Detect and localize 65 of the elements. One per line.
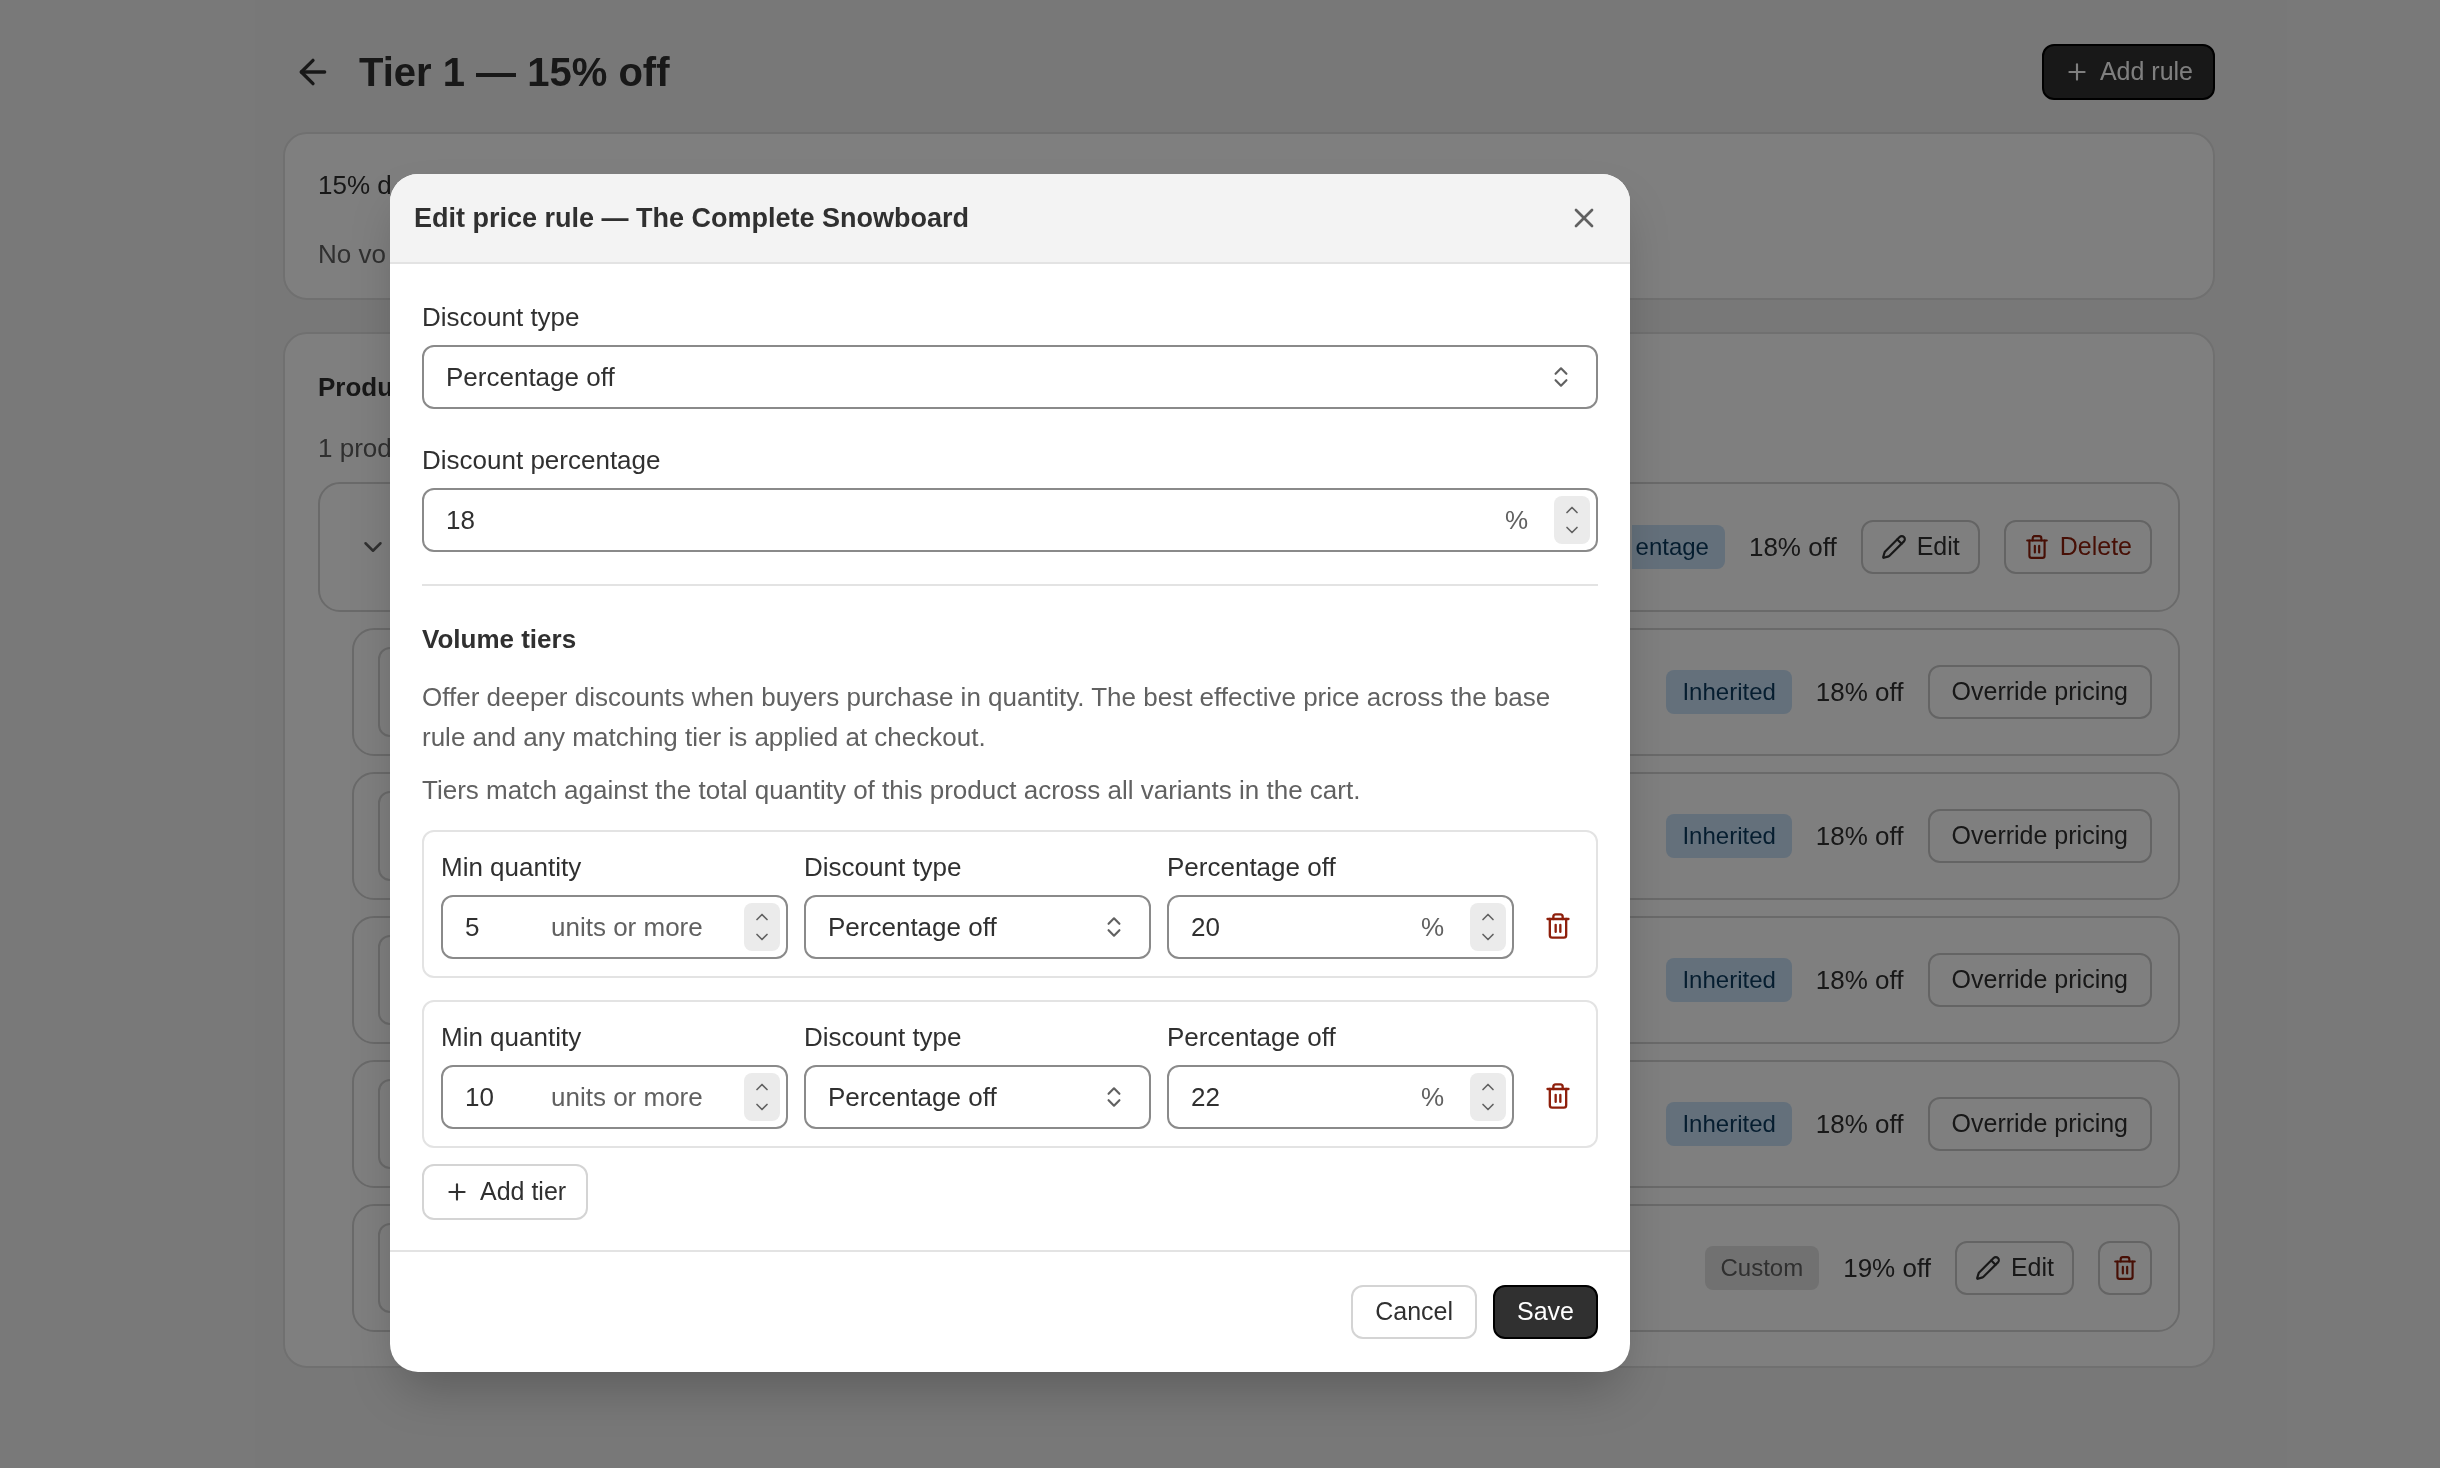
discount-text: 18% off bbox=[1815, 819, 1904, 853]
page-title: Tier 1 — 15% off bbox=[359, 49, 670, 96]
delete-button[interactable] bbox=[2098, 1241, 2152, 1295]
products-title: Produ bbox=[318, 371, 394, 404]
add-tier-button[interactable]: Add tier bbox=[422, 1164, 589, 1220]
min-quantity-field[interactable]: 10 units or more bbox=[441, 1065, 788, 1129]
stepper-control[interactable] bbox=[1554, 496, 1590, 544]
field-label: Min quantity bbox=[441, 1021, 583, 1054]
discount-text: 18% off bbox=[1815, 963, 1904, 997]
field-label: Percentage off bbox=[1167, 851, 1337, 884]
edit-button[interactable]: Edit bbox=[1860, 520, 1980, 574]
save-button[interactable]: Save bbox=[1493, 1285, 1598, 1339]
trash-icon bbox=[1544, 912, 1572, 940]
percentage-field[interactable]: 22 % bbox=[1167, 1065, 1514, 1129]
percent-suffix: % bbox=[1504, 503, 1528, 537]
override-button[interactable]: Override pricing bbox=[1927, 953, 2152, 1007]
percentage-field[interactable]: 20 % bbox=[1167, 895, 1514, 959]
stepper-control[interactable] bbox=[744, 1073, 780, 1121]
status-badge: Inherited bbox=[1666, 958, 1792, 1002]
override-button[interactable]: Override pricing bbox=[1927, 1097, 2152, 1151]
stepper-control[interactable] bbox=[744, 903, 780, 951]
summary-note: No vo bbox=[318, 238, 386, 271]
min-quantity-field[interactable]: 5 units or more bbox=[441, 895, 788, 959]
products-count: 1 prod bbox=[318, 432, 392, 465]
status-badge: Custom bbox=[1704, 1246, 1820, 1290]
type-badge: entage bbox=[1631, 525, 1725, 569]
section-note: Tiers match against the total quantity of this product across all variants in the cart. bbox=[422, 774, 1362, 807]
summary-text: 15% d bbox=[318, 169, 392, 202]
pencil-icon bbox=[1880, 534, 1907, 560]
trash-icon bbox=[2023, 534, 2050, 560]
stepper-control[interactable] bbox=[1470, 1073, 1506, 1121]
pencil-icon bbox=[1974, 1255, 2001, 1281]
field-label: Min quantity bbox=[441, 851, 583, 884]
status-badge: Inherited bbox=[1666, 1102, 1792, 1146]
discount-type-select[interactable]: Percentage off bbox=[422, 345, 1598, 409]
delete-button[interactable]: Delete bbox=[2003, 520, 2152, 574]
stepper-control[interactable] bbox=[1470, 903, 1506, 951]
unit-suffix: units or more bbox=[551, 1080, 704, 1114]
field-label: Discount type bbox=[804, 851, 963, 884]
discount-text: 19% off bbox=[1843, 1251, 1931, 1285]
cancel-button[interactable]: Cancel bbox=[1351, 1285, 1477, 1339]
discount-text: 18% off bbox=[1815, 1107, 1904, 1141]
field-label: Discount percentage bbox=[422, 444, 662, 477]
percent-suffix: % bbox=[1420, 910, 1444, 944]
discount-text: 18% off bbox=[1748, 530, 1837, 564]
section-description: Offer deeper discounts when buyers purchase in quantity. The best effective price across the base rule and any matching tier is applied at checkout. bbox=[422, 681, 1552, 754]
unit-suffix: units or more bbox=[551, 910, 704, 944]
override-button[interactable]: Override pricing bbox=[1927, 809, 2152, 863]
trash-icon bbox=[1544, 1082, 1572, 1110]
discount-type-select[interactable]: Percentage off bbox=[804, 1065, 1151, 1129]
discount-text: 18% off bbox=[1815, 675, 1904, 709]
discount-type-select[interactable]: Percentage off bbox=[804, 895, 1151, 959]
override-button[interactable]: Override pricing bbox=[1927, 665, 2152, 719]
field-label: Discount type bbox=[804, 1021, 963, 1054]
status-badge: Inherited bbox=[1666, 670, 1792, 714]
trash-icon bbox=[2112, 1255, 2138, 1281]
field-label: Percentage off bbox=[1167, 1021, 1337, 1054]
section-title: Volume tiers bbox=[422, 623, 578, 656]
field-label: Discount type bbox=[422, 301, 581, 334]
add-rule-button[interactable]: Add rule bbox=[2041, 44, 2215, 100]
percent-suffix: % bbox=[1420, 1080, 1444, 1114]
dialog-title: Edit price rule — The Complete Snowboard bbox=[414, 201, 970, 235]
status-badge: Inherited bbox=[1666, 814, 1792, 858]
discount-percentage-field[interactable]: 18 % bbox=[422, 488, 1598, 552]
edit-button[interactable]: Edit bbox=[1954, 1241, 2074, 1295]
